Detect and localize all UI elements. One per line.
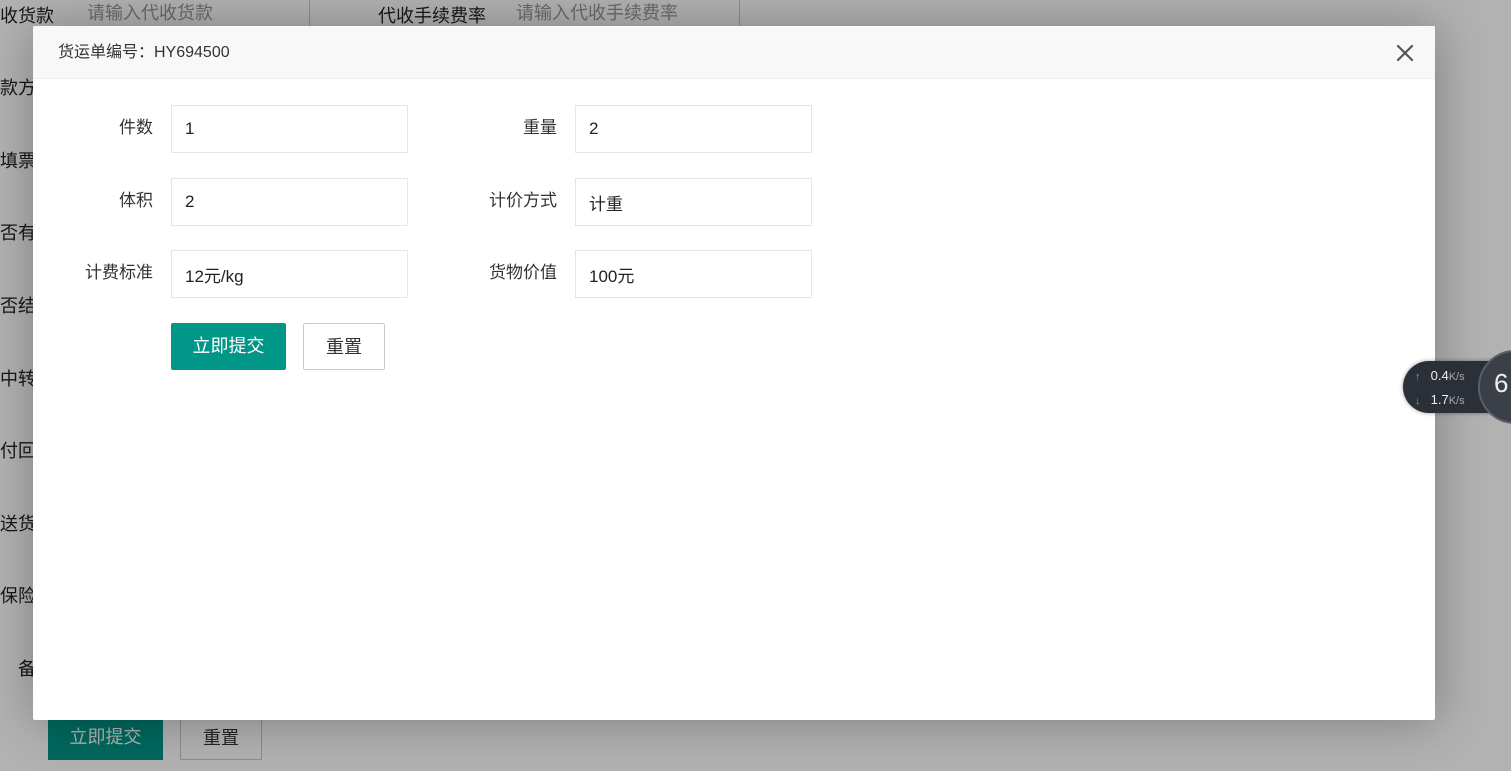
rate-label: 计费标准 xyxy=(85,263,153,282)
network-speed-widget[interactable]: ↑ 0.4K/s ↓ 1.7K/s 6 xyxy=(1403,347,1511,425)
download-speed-value: 1.7 xyxy=(1430,392,1449,407)
weight-input[interactable] xyxy=(575,105,812,153)
cargo-value-input[interactable] xyxy=(575,250,812,298)
modal-header: 货运单编号：HY694500 xyxy=(33,26,1435,79)
weight-label: 重量 xyxy=(523,118,557,137)
pieces-label: 件数 xyxy=(119,118,153,137)
pricing-method-input[interactable] xyxy=(575,178,812,226)
pieces-input[interactable] xyxy=(171,105,408,153)
download-speed: ↓ 1.7K/s xyxy=(1415,392,1465,407)
download-speed-unit: K/s xyxy=(1448,395,1465,407)
pricing-method-label: 计价方式 xyxy=(489,191,557,210)
upload-speed: ↑ 0.4K/s xyxy=(1415,368,1465,383)
upload-arrow-icon: ↑ xyxy=(1415,371,1421,383)
reset-button[interactable]: 重置 xyxy=(303,323,385,370)
volume-label: 体积 xyxy=(119,191,153,210)
upload-speed-value: 0.4 xyxy=(1430,368,1449,383)
close-icon[interactable] xyxy=(1395,43,1415,63)
volume-input[interactable] xyxy=(171,178,408,226)
waybill-modal: 货运单编号：HY694500 件数 重量 体积 计价方式 计费标准 货物价值 立… xyxy=(33,26,1435,720)
cargo-value-label: 货物价值 xyxy=(489,263,557,282)
speed-gauge-text: 6 xyxy=(1494,368,1509,398)
upload-speed-unit: K/s xyxy=(1448,371,1465,383)
rate-input[interactable] xyxy=(171,250,408,298)
modal-title: 货运单编号：HY694500 xyxy=(58,44,230,61)
submit-button[interactable]: 立即提交 xyxy=(171,323,286,370)
download-arrow-icon: ↓ xyxy=(1415,395,1421,407)
